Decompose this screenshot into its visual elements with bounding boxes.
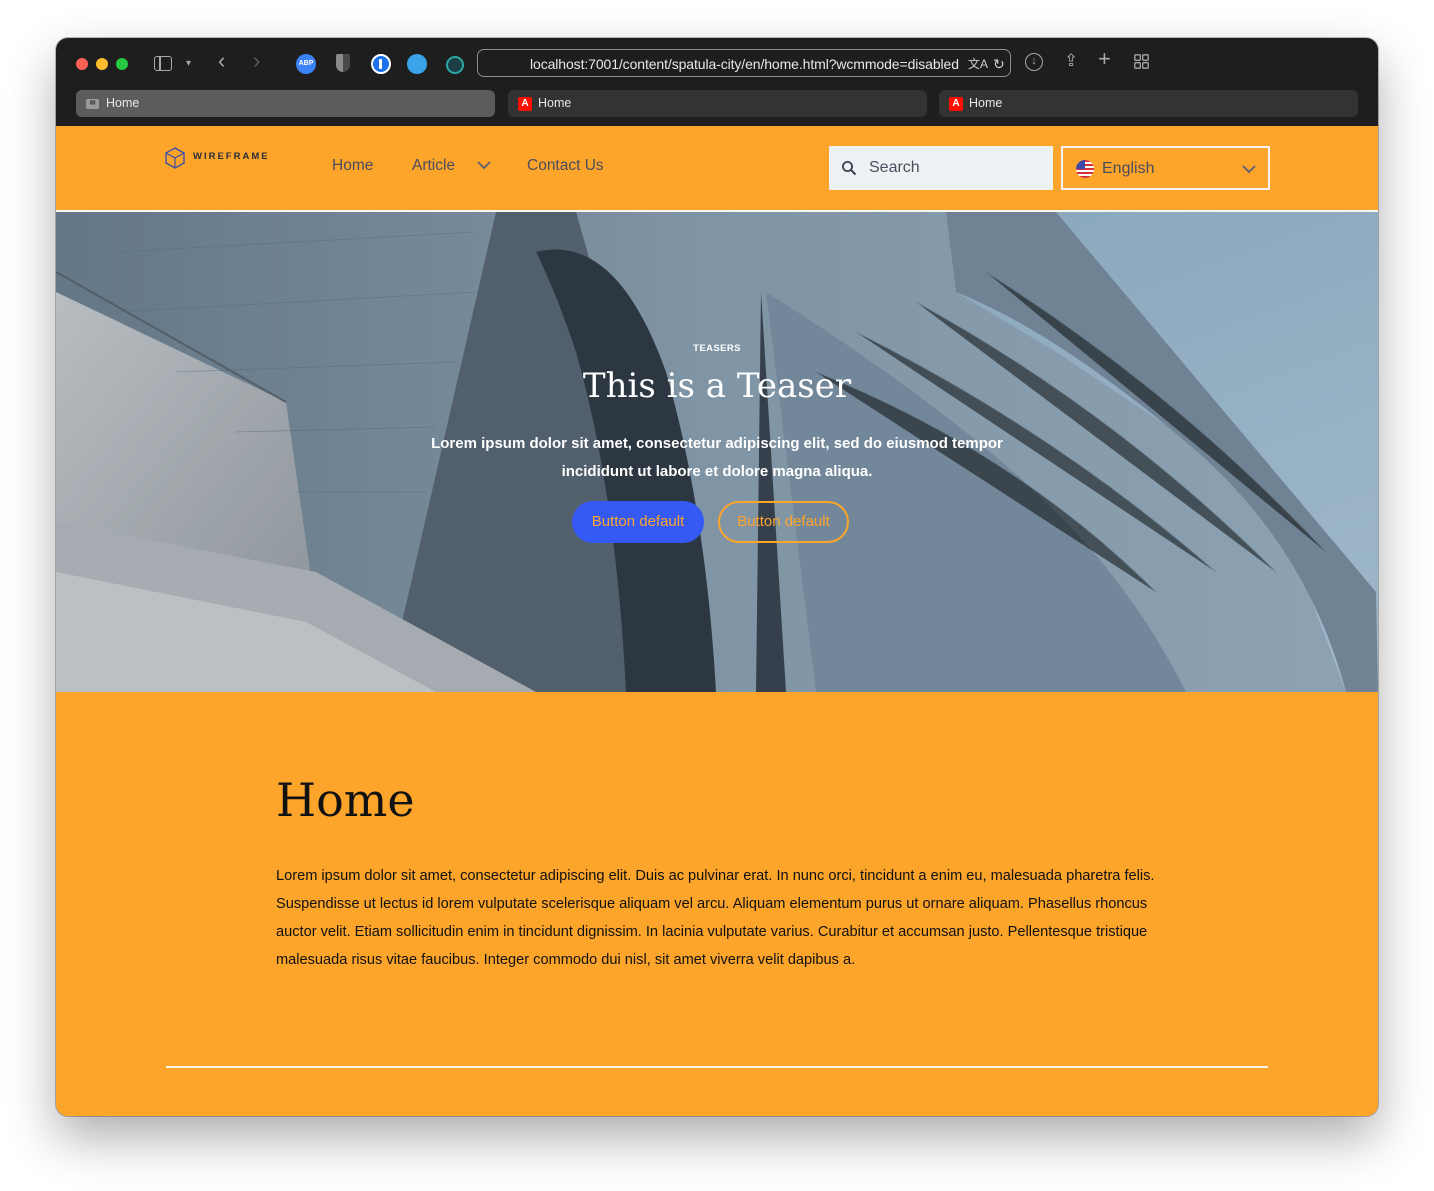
- search-icon: [842, 161, 857, 176]
- language-select[interactable]: English: [1061, 146, 1270, 190]
- tab-title: Home: [106, 96, 140, 110]
- share-icon[interactable]: ⇪: [1064, 52, 1078, 70]
- secondary-button[interactable]: Button default: [718, 501, 849, 543]
- main-content: Home Lorem ipsum dolor sit amet, consect…: [56, 692, 1378, 1116]
- tab-title: Home: [538, 96, 572, 110]
- generic-favicon-icon: ✉: [86, 99, 99, 109]
- adobe-favicon-icon: A: [518, 97, 532, 111]
- download-icon[interactable]: ↓: [1025, 53, 1043, 71]
- adobe-favicon-icon: A: [949, 97, 963, 111]
- tab-overview-icon[interactable]: [1134, 54, 1149, 69]
- page-title: Home: [276, 773, 415, 827]
- back-icon[interactable]: ‹: [218, 50, 225, 72]
- translate-icon[interactable]: 文A: [968, 50, 988, 78]
- circle-extension-icon[interactable]: [446, 56, 464, 74]
- shield-icon[interactable]: [336, 54, 350, 72]
- tab-home-2[interactable]: A Home: [508, 90, 927, 117]
- reload-icon[interactable]: ↻: [993, 50, 1005, 78]
- hero-title: This is a Teaser: [582, 366, 852, 406]
- nav-item-home[interactable]: Home: [332, 156, 373, 176]
- password-manager-icon[interactable]: [371, 54, 391, 74]
- browser-window: ▾ ‹ › ABP localhost:7001/content/spatula…: [56, 38, 1378, 1116]
- new-tab-icon[interactable]: +: [1098, 48, 1111, 70]
- nav-item-contact-us[interactable]: Contact Us: [527, 156, 604, 176]
- abp-label: ABP: [298, 60, 314, 67]
- logo-text[interactable]: WIREFRAME: [193, 151, 270, 162]
- forward-icon[interactable]: ›: [253, 50, 260, 72]
- search-placeholder: Search: [869, 159, 920, 176]
- hero-teaser: TEASERS This is a Teaser Lorem ipsum dol…: [56, 212, 1378, 692]
- browser-toolbar: ▾ ‹ › ABP localhost:7001/content/spatula…: [56, 38, 1378, 126]
- language-label: English: [1102, 160, 1155, 177]
- tab-home-1[interactable]: ✉ Home: [76, 90, 495, 117]
- bird-icon[interactable]: [407, 54, 427, 74]
- zoom-window-button[interactable]: [116, 58, 128, 70]
- chevron-down-icon[interactable]: [476, 160, 492, 170]
- tab-home-3[interactable]: A Home: [939, 90, 1358, 117]
- site-header: WIREFRAME Home Article Contact Us Search: [56, 126, 1378, 212]
- cube-logo-icon[interactable]: [163, 146, 187, 170]
- page-body-text: Lorem ipsum dolor sit amet, consectetur …: [276, 868, 1155, 968]
- tab-title: Home: [969, 96, 1003, 110]
- nav-item-article[interactable]: Article: [412, 156, 455, 176]
- sidebar-toggle-icon[interactable]: [154, 56, 172, 71]
- hero-description: Lorem ipsum dolor sit amet, consectetur …: [431, 435, 1003, 480]
- hero-eyebrow: TEASERS: [693, 343, 741, 354]
- address-bar[interactable]: localhost:7001/content/spatula-city/en/h…: [477, 49, 1011, 77]
- url-text[interactable]: localhost:7001/content/spatula-city/en/h…: [530, 50, 959, 78]
- minimize-window-button[interactable]: [96, 58, 108, 70]
- abp-icon[interactable]: ABP: [296, 54, 316, 74]
- primary-button[interactable]: Button default: [572, 501, 704, 543]
- content-divider: [166, 1066, 1268, 1068]
- search-input[interactable]: Search: [829, 146, 1053, 190]
- chevron-down-icon: [1242, 165, 1256, 174]
- us-flag-icon: [1076, 160, 1094, 178]
- tab-strip: ✉ Home A Home A Home: [56, 88, 1378, 120]
- close-window-button[interactable]: [76, 58, 88, 70]
- chevron-down-icon[interactable]: ▾: [186, 55, 191, 73]
